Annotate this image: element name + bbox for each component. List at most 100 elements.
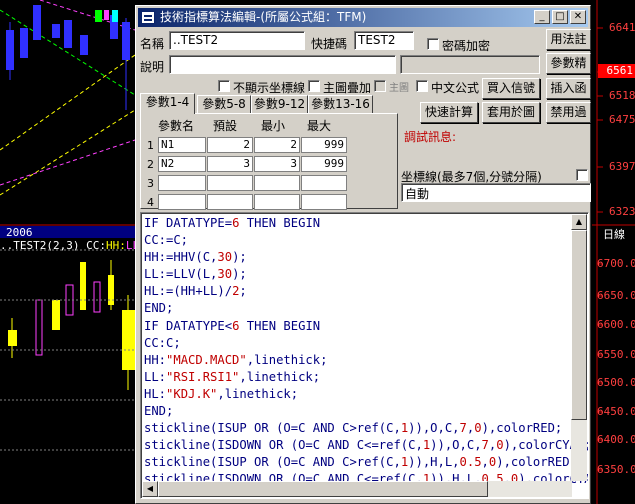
param-max-cell[interactable]: 999 bbox=[301, 137, 347, 153]
param-default-cell[interactable]: 2 bbox=[207, 137, 253, 153]
code-line[interactable]: HH:"MACD.MACD",linethick; bbox=[144, 352, 588, 369]
axis-value: 6323 bbox=[609, 205, 635, 218]
maximize-button[interactable]: □ bbox=[552, 10, 568, 24]
no-axis-label: 不顯示坐標線 bbox=[233, 81, 306, 95]
param-max-cell[interactable] bbox=[301, 194, 347, 210]
year-label: 2006 bbox=[6, 226, 33, 239]
axis-value: 6475 bbox=[609, 113, 635, 126]
param-max-cell[interactable] bbox=[301, 175, 347, 191]
code-line[interactable]: CC:=C; bbox=[144, 232, 588, 249]
axis-value: 6518 bbox=[609, 89, 635, 102]
main-checkbox[interactable] bbox=[374, 80, 386, 92]
usage-button[interactable]: 用法註 bbox=[546, 29, 591, 50]
param-header-name: 參數名 bbox=[158, 119, 195, 133]
no-axis-checkbox[interactable] bbox=[218, 80, 230, 92]
name-input[interactable]: ..TEST2 bbox=[169, 31, 305, 50]
horizontal-scrollbar[interactable]: ◀ bbox=[142, 481, 572, 497]
code-line[interactable]: HL:"KDJ.K",linethick; bbox=[144, 386, 588, 403]
desc-extra-input bbox=[400, 55, 540, 74]
axis-value: 6641 bbox=[609, 21, 635, 34]
vertical-scrollbar[interactable]: ▲ bbox=[571, 214, 587, 481]
param-name-cell[interactable]: N2 bbox=[158, 156, 206, 172]
chinese-formula-checkbox[interactable] bbox=[416, 80, 428, 92]
axis-value: 6600.00 bbox=[597, 318, 635, 331]
param-header-max: 最大 bbox=[307, 119, 332, 133]
code-line[interactable]: LL:=LLV(L,30); bbox=[144, 266, 588, 283]
axis-value: 6550.00 bbox=[597, 348, 635, 361]
minimize-button[interactable]: _ bbox=[534, 10, 550, 24]
param-min-cell[interactable] bbox=[254, 194, 300, 210]
param-min-cell[interactable]: 3 bbox=[254, 156, 300, 172]
param-min-cell[interactable] bbox=[254, 175, 300, 191]
axis-value: 6450.00 bbox=[597, 405, 635, 418]
code-line[interactable]: CC:C; bbox=[144, 335, 588, 352]
axis-value-highlight: 6561 bbox=[598, 64, 635, 78]
axis-value: 6650.00 bbox=[597, 289, 635, 302]
row-index: 1 bbox=[147, 139, 154, 152]
axis-input[interactable]: 自動 bbox=[401, 183, 591, 202]
code-line[interactable]: LL:"RSI.RSI1",linethick; bbox=[144, 369, 588, 386]
indicator-name: ..TEST2(2,3) CC: bbox=[0, 239, 106, 252]
axis-value: 6400.00 bbox=[597, 433, 635, 446]
param-min-cell[interactable]: 2 bbox=[254, 137, 300, 153]
debug-label: 調試訊息: bbox=[404, 130, 457, 144]
chinese-formula-label: 中文公式 bbox=[431, 81, 480, 95]
params-panel: 參數名 預設 最小 最大 1 N1 2 2 999 2 N2 3 3 999 3… bbox=[140, 113, 398, 210]
password-label: 密碼加密 bbox=[442, 39, 491, 53]
insert-function-button[interactable]: 插入函 bbox=[546, 78, 591, 99]
row-index: 3 bbox=[147, 177, 154, 190]
code-line[interactable]: END; bbox=[144, 300, 588, 317]
title-bar[interactable]: 技術指標算法編輯-(所屬公式組：TFM) _ □ ✕ bbox=[138, 8, 588, 27]
scroll-thumb-vertical[interactable] bbox=[571, 230, 587, 420]
app-icon bbox=[141, 11, 155, 24]
param-precision-button[interactable]: 參數精 bbox=[546, 53, 591, 74]
param-default-cell[interactable]: 3 bbox=[207, 156, 253, 172]
close-button[interactable]: ✕ bbox=[570, 10, 586, 24]
tab-params-13-16[interactable]: 參數13-16 bbox=[308, 95, 373, 113]
param-name-cell[interactable] bbox=[158, 194, 206, 210]
scroll-left-button[interactable]: ◀ bbox=[142, 481, 158, 497]
timeframe-label: 日線 bbox=[603, 228, 625, 241]
tab-params-5-8[interactable]: 參數5-8 bbox=[197, 95, 251, 113]
param-name-cell[interactable]: N1 bbox=[158, 137, 206, 153]
code-editor[interactable]: IF DATATYPE=6 THEN BEGIN CC:=C; HH:=HHV(C,… bbox=[140, 212, 589, 499]
param-default-cell[interactable] bbox=[207, 194, 253, 210]
shortcut-label: 快捷碼 bbox=[311, 37, 348, 51]
formula-editor-dialog: 技術指標算法編輯-(所屬公式組：TFM) _ □ ✕ 名稱 ..TEST2 快捷… bbox=[135, 5, 591, 504]
code-line[interactable]: HL:=(HH+LL)/2; bbox=[144, 283, 588, 300]
password-checkbox[interactable] bbox=[427, 38, 439, 50]
param-header-min: 最小 bbox=[261, 119, 286, 133]
scroll-up-button[interactable]: ▲ bbox=[571, 214, 587, 230]
code-text[interactable]: IF DATATYPE=6 THEN BEGIN CC:=C; HH:=HHV(C,… bbox=[144, 215, 588, 489]
code-line[interactable]: END; bbox=[144, 403, 588, 420]
tab-params-9-12[interactable]: 參數9-12 bbox=[251, 95, 308, 113]
param-default-cell[interactable] bbox=[207, 175, 253, 191]
main-overlay-checkbox[interactable] bbox=[308, 80, 320, 92]
code-line[interactable]: HH:=HHV(C,30); bbox=[144, 249, 588, 266]
indicator-label: ..TEST2(2,3) CC:HH:LL: bbox=[0, 239, 146, 252]
axis-value: 6397 bbox=[609, 160, 635, 173]
disable-button[interactable]: 禁用過 bbox=[546, 102, 591, 123]
axis-checkbox[interactable] bbox=[576, 169, 588, 181]
buy-signal-button[interactable]: 買入信號 bbox=[482, 78, 540, 99]
desc-label: 說明 bbox=[140, 60, 165, 74]
quick-calc-button[interactable]: 快速計算 bbox=[420, 102, 478, 123]
param-max-cell[interactable]: 999 bbox=[301, 156, 347, 172]
scroll-thumb-horizontal[interactable] bbox=[158, 481, 488, 497]
row-index: 2 bbox=[147, 158, 154, 171]
code-line[interactable]: stickline(ISUP OR (O=C AND C>ref(C,1)),O… bbox=[144, 420, 588, 437]
code-line[interactable]: IF DATATYPE=6 THEN BEGIN bbox=[144, 215, 588, 232]
axis-value: 6700.00 bbox=[597, 257, 635, 270]
code-line[interactable]: IF DATATYPE<6 THEN BEGIN bbox=[144, 318, 588, 335]
code-line[interactable]: stickline(ISDOWN OR (O=C AND C<=ref(C,1)… bbox=[144, 437, 588, 454]
axis-value: 6500.00 bbox=[597, 376, 635, 389]
main-overlay-label: 主圖疊加 bbox=[323, 81, 372, 95]
tab-params-1-4[interactable]: 參數1-4 bbox=[140, 93, 195, 114]
main-label: 主圖 bbox=[389, 83, 409, 94]
shortcut-input[interactable]: TEST2 bbox=[354, 31, 414, 50]
code-line[interactable]: stickline(ISUP OR (O=C AND C>ref(C,1)),H… bbox=[144, 454, 588, 471]
desc-input[interactable] bbox=[169, 55, 396, 74]
param-name-cell[interactable] bbox=[158, 175, 206, 191]
apply-chart-button[interactable]: 套用於圖 bbox=[482, 102, 540, 123]
name-label: 名稱 bbox=[140, 37, 165, 51]
